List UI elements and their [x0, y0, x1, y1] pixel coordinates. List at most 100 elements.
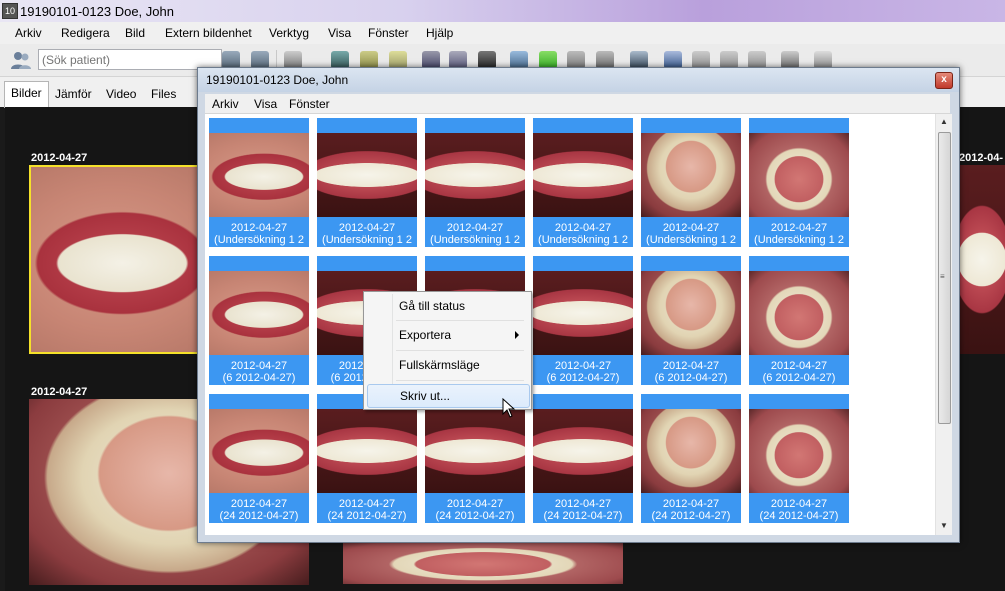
thumbnail-caption: 2012-04-27 (24 2012-04-27)	[317, 498, 417, 522]
vertical-scrollbar[interactable]: ▲ ≡ ▼	[935, 114, 952, 535]
thumbnail-image	[209, 271, 309, 355]
context-item-label: Fullskärmsläge	[399, 358, 480, 372]
thumbnail-item[interactable]: 2012-04-27 (24 2012-04-27)	[641, 394, 741, 523]
tab-bilder[interactable]: Bilder	[4, 81, 49, 108]
thumbnail-caption: 2012-04-27 (Undersökning 1 2	[641, 222, 741, 246]
thumbnail-caption: 2012-04-27(6 2012-04-27)	[533, 360, 633, 384]
thumbnail-image	[641, 271, 741, 355]
thumbnail-series: (6 2012-04-27)	[762, 372, 836, 384]
menu-hjalp[interactable]: Hjälp	[426, 26, 453, 40]
menu-verktyg[interactable]: Verktyg	[269, 26, 309, 40]
window-title: 19190101-0123 Doe, John	[20, 4, 174, 19]
menu-extern-bildenhet[interactable]: Extern bildenhet	[165, 26, 252, 40]
thumbnail-item[interactable]: 2012-04-27 (Undersökning 1 2	[317, 118, 417, 247]
thumbnail-date: 2012-04-27	[554, 222, 612, 234]
thumbnail-series: (24 2012-04-27)	[435, 510, 515, 522]
dialog-title: 19190101-0123 Doe, John	[206, 73, 349, 87]
thumbnail-item[interactable]: 2012-04-27(6 2012-04-27)	[533, 256, 633, 385]
photo-thumbnail[interactable]	[959, 165, 1005, 354]
context-item-label: Gå till status	[399, 299, 466, 313]
thumbnail-item[interactable]: 2012-04-27(6 2012-04-27)	[209, 256, 309, 385]
thumbnail-caption: 2012-04-27 (24 2012-04-27)	[533, 498, 633, 522]
dialog-title-bar[interactable]: 19190101-0123 Doe, John x	[198, 68, 959, 92]
tab-video[interactable]: Video	[100, 83, 142, 107]
menu-bild[interactable]: Bild	[125, 26, 145, 40]
thumbnail-series: (6 2012-04-27)	[546, 372, 620, 384]
thumbnail-caption: 2012-04-27 (Undersökning 1 2	[749, 222, 849, 246]
thumbnail-date: 2012-04-27	[770, 222, 828, 234]
thumbnail-item[interactable]: 2012-04-27 (24 2012-04-27)	[317, 394, 417, 523]
thumbnail-series: (Undersökning 1 2	[322, 234, 412, 246]
menu-arkiv[interactable]: Arkiv	[15, 26, 42, 40]
thumbnail-item[interactable]: 2012-04-27 (24 2012-04-27)	[209, 394, 309, 523]
thumbnail-series: (Undersökning 1 2	[646, 234, 736, 246]
thumbnail-image	[749, 133, 849, 217]
patient-icon[interactable]	[10, 49, 32, 71]
thumbnail-series: (24 2012-04-27)	[759, 510, 839, 522]
dialog-menu-arkiv[interactable]: Arkiv	[212, 97, 239, 111]
thumbnail-image	[533, 271, 633, 355]
thumbnail-series: (24 2012-04-27)	[219, 510, 299, 522]
thumbnail-date: 2012-04-27	[662, 360, 720, 372]
thumbnail-item[interactable]: 2012-04-27(6 2012-04-27)	[749, 256, 849, 385]
thumbnail-item[interactable]: 2012-04-27 (Undersökning 1 2	[209, 118, 309, 247]
scroll-down-icon[interactable]: ▼	[940, 521, 948, 530]
thumbnail-item[interactable]: 2012-04-27 (24 2012-04-27)	[749, 394, 849, 523]
thumbnail-item[interactable]: 2012-04-27 (Undersökning 1 2	[425, 118, 525, 247]
scrollbar-grip-icon: ≡	[940, 272, 945, 281]
scroll-up-icon[interactable]: ▲	[940, 117, 948, 126]
thumbnail-date: 2012-04-27	[770, 498, 828, 510]
thumbnail-series: (6 2012-04-27)	[654, 372, 728, 384]
thumbnail-item[interactable]: 2012-04-27 (Undersökning 1 2	[641, 118, 741, 247]
thumbnail-image	[533, 409, 633, 493]
title-bar: 10 19190101-0123 Doe, John	[0, 0, 1005, 22]
context-item-fullskarmslage[interactable]: Fullskärmsläge	[367, 354, 528, 376]
context-item-label: Skriv ut...	[400, 389, 451, 403]
menu-redigera[interactable]: Redigera	[61, 26, 110, 40]
thumbnail-caption: 2012-04-27(6 2012-04-27)	[749, 360, 849, 384]
selected-photo-thumbnail[interactable]	[29, 165, 199, 354]
photo-thumbnail[interactable]	[343, 540, 623, 584]
thumbnail-caption: 2012-04-27 (24 2012-04-27)	[749, 498, 849, 522]
thumbnail-caption: 2012-04-27 (Undersökning 1 2	[425, 222, 525, 246]
menu-separator	[396, 350, 524, 351]
menu-visa[interactable]: Visa	[328, 26, 351, 40]
thumbnail-date: 2012-04-27	[554, 360, 612, 372]
thumbnail-date: 2012-04-27	[662, 498, 720, 510]
thumbnail-series: (24 2012-04-27)	[543, 510, 623, 522]
thumbnail-item[interactable]: 2012-04-27(6 2012-04-27)	[641, 256, 741, 385]
patient-search-input[interactable]	[38, 49, 222, 70]
thumbnail-date: 2012-04-27	[338, 498, 396, 510]
context-item-exportera[interactable]: Exportera	[367, 324, 528, 346]
image-date-label: 2012-04-27	[31, 386, 88, 398]
context-item-ga-till-status[interactable]: Gå till status	[367, 295, 528, 317]
thumbnail-item[interactable]: 2012-04-27 (24 2012-04-27)	[533, 394, 633, 523]
thumbnail-caption: 2012-04-27 (Undersökning 1 2	[533, 222, 633, 246]
thumbnail-item[interactable]: 2012-04-27 (Undersökning 1 2	[749, 118, 849, 247]
main-menubar: Arkiv Redigera Bild Extern bildenhet Ver…	[0, 22, 1005, 44]
dialog-menubar: Arkiv Visa Fönster	[205, 94, 950, 114]
thumbnail-series: (6 2012-04-27)	[222, 372, 296, 384]
tab-files[interactable]: Files	[145, 83, 182, 107]
thumbnail-caption: 2012-04-27 (24 2012-04-27)	[425, 498, 525, 522]
app-icon[interactable]: 10	[2, 3, 18, 19]
thumbnail-image	[425, 133, 525, 217]
menu-fonster[interactable]: Fönster	[368, 26, 409, 40]
thumbnail-image	[641, 133, 741, 217]
dialog-menu-fonster[interactable]: Fönster	[289, 97, 330, 111]
dialog-close-button[interactable]: x	[935, 72, 953, 89]
thumbnail-item[interactable]: 2012-04-27 (Undersökning 1 2	[533, 118, 633, 247]
thumbnail-image	[425, 409, 525, 493]
dialog-menu-visa[interactable]: Visa	[254, 97, 277, 111]
tab-jamfor[interactable]: Jämför	[49, 83, 98, 107]
thumbnail-series: (24 2012-04-27)	[327, 510, 407, 522]
thumbnail-caption: 2012-04-27 (Undersökning 1 2	[209, 222, 309, 246]
thumbnail-date: 2012-04-27	[662, 222, 720, 234]
thumbnail-series: (24 2012-04-27)	[651, 510, 731, 522]
thumbnail-date: 2012-04-27	[446, 222, 504, 234]
image-date-label: 2012-04-27	[31, 152, 88, 164]
thumbnail-grid: 2012-04-27 (Undersökning 1 2 2012-04-27 (Un…	[205, 114, 935, 535]
thumbnail-date: 2012-04-27	[554, 498, 612, 510]
thumbnail-caption: 2012-04-27 (24 2012-04-27)	[209, 498, 309, 522]
thumbnail-caption: 2012-04-27(6 2012-04-27)	[209, 360, 309, 384]
